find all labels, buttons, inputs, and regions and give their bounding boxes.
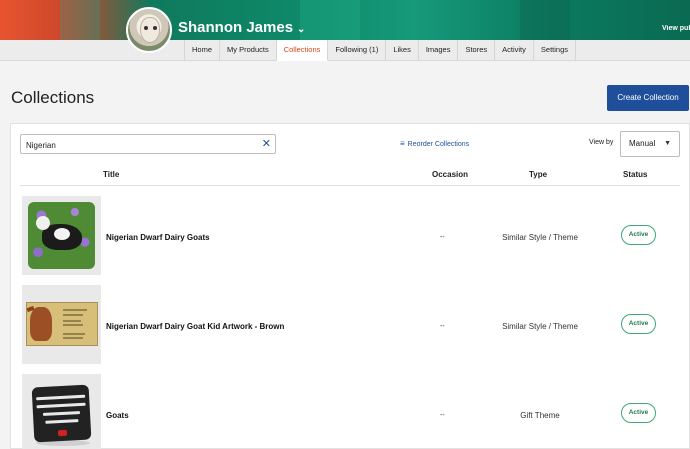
status-badge: Active <box>621 225 656 245</box>
collection-title[interactable]: Nigerian Dwarf Dairy Goat Kid Artwork - … <box>106 322 284 331</box>
create-collection-button[interactable]: Create Collection <box>607 85 689 111</box>
collection-occasion: -- <box>440 323 445 330</box>
collection-occasion: -- <box>440 412 445 419</box>
reorder-collections-link[interactable]: ≡ Reorder Collections <box>400 139 469 148</box>
header-divider <box>20 185 680 186</box>
collection-thumbnail[interactable] <box>22 374 101 449</box>
table-row[interactable]: Nigerian Dwarf Dairy Goats -- Similar St… <box>20 196 680 278</box>
table-row[interactable]: Goats -- Gift Theme Active <box>20 374 680 449</box>
profile-banner <box>0 0 690 40</box>
collections-panel: ✕ ≡Reorder Collections View by Manual ▼ … <box>10 123 690 449</box>
chevron-down-icon: ⌄ <box>297 24 306 35</box>
table-row[interactable]: Nigerian Dwarf Dairy Goat Kid Artwork - … <box>20 285 680 367</box>
collection-thumbnail[interactable] <box>22 285 101 364</box>
close-icon[interactable]: ✕ <box>262 138 271 150</box>
collection-title[interactable]: Nigerian Dwarf Dairy Goats <box>106 233 210 242</box>
status-badge: Active <box>621 403 656 423</box>
search-box: ✕ <box>20 134 276 155</box>
view-public-link[interactable]: View pub <box>662 25 690 32</box>
tab-following[interactable]: Following (1) <box>328 40 387 61</box>
collection-type: Gift Theme <box>520 411 560 420</box>
status-badge: Active <box>621 314 656 334</box>
reorder-label: Reorder Collections <box>407 141 470 148</box>
tab-activity[interactable]: Activity <box>495 40 534 61</box>
search-input[interactable] <box>21 136 251 155</box>
collection-thumbnail[interactable] <box>22 196 101 275</box>
collection-occasion: -- <box>440 234 445 241</box>
header-status: Status <box>623 170 648 179</box>
profile-nav: Home My Products Collections Following (… <box>0 40 690 61</box>
collection-type: Similar Style / Theme <box>502 322 578 331</box>
view-by-value: Manual <box>629 139 656 148</box>
view-by-select[interactable]: Manual ▼ <box>620 131 680 157</box>
tab-home[interactable]: Home <box>184 40 221 61</box>
profile-name: Shannon James <box>178 19 294 36</box>
header-type: Type <box>529 170 548 179</box>
header-title: Title <box>103 170 120 179</box>
profile-name-menu[interactable]: Shannon James ⌄ <box>178 19 305 36</box>
caret-down-icon: ▼ <box>664 140 671 147</box>
list-icon: ≡ <box>400 139 405 148</box>
view-by-label: View by <box>589 139 614 146</box>
collection-title[interactable]: Goats <box>106 411 129 420</box>
tab-collections[interactable]: Collections <box>276 40 329 61</box>
header-occasion: Occasion <box>432 170 469 179</box>
tab-likes[interactable]: Likes <box>386 40 419 61</box>
avatar[interactable] <box>126 7 172 53</box>
page-title: Collections <box>11 88 95 107</box>
tab-images[interactable]: Images <box>419 40 459 61</box>
tab-settings[interactable]: Settings <box>534 40 577 61</box>
tab-stores[interactable]: Stores <box>458 40 496 61</box>
collection-type: Similar Style / Theme <box>502 233 578 242</box>
tab-my-products[interactable]: My Products <box>220 40 277 61</box>
